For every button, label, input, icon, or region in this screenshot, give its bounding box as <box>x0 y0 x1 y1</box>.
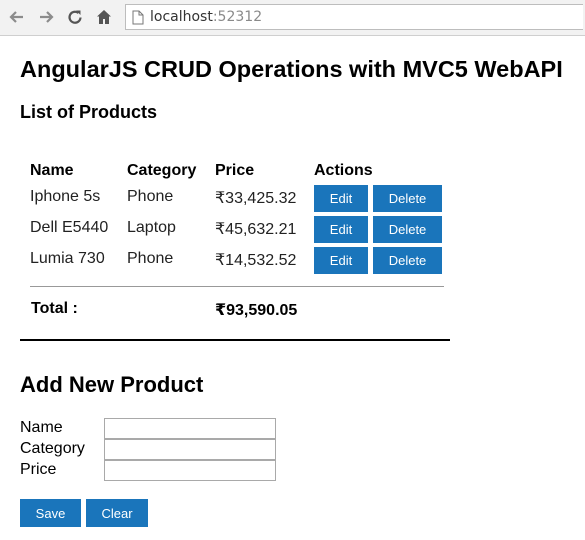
url-port: :52312 <box>212 9 263 25</box>
list-heading: List of Products <box>20 102 158 122</box>
delete-button[interactable]: Delete <box>373 216 442 243</box>
category-label: Category <box>20 440 85 457</box>
total-value: ₹93,590.05 <box>215 302 298 319</box>
forward-icon[interactable] <box>35 6 57 28</box>
address-bar[interactable]: localhost:52312 <box>125 4 583 30</box>
column-header-category: Category <box>127 162 197 179</box>
product-price: ₹33,425.32 <box>215 190 297 207</box>
url-host: localhost <box>150 9 213 25</box>
product-price: ₹45,632.21 <box>215 221 297 238</box>
product-name: Lumia 730 <box>30 250 105 267</box>
total-label: Total : <box>31 300 78 317</box>
edit-button[interactable]: Edit <box>314 216 368 243</box>
browser-toolbar: localhost:52312 <box>0 0 585 36</box>
name-input[interactable] <box>104 418 276 439</box>
back-icon[interactable] <box>6 6 28 28</box>
column-header-actions: Actions <box>314 162 373 179</box>
url-text: localhost:52312 <box>150 9 262 25</box>
table-divider <box>30 286 444 287</box>
product-category: Phone <box>127 188 174 205</box>
section-divider <box>20 339 450 341</box>
edit-button[interactable]: Edit <box>314 247 368 274</box>
page-icon <box>132 10 144 25</box>
product-price: ₹14,532.52 <box>215 252 297 269</box>
edit-button[interactable]: Edit <box>314 185 368 212</box>
column-header-name: Name <box>30 162 74 179</box>
price-input[interactable] <box>104 460 276 481</box>
product-name: Iphone 5s <box>30 188 101 205</box>
product-category: Phone <box>127 250 174 267</box>
product-name: Dell E5440 <box>30 219 109 236</box>
home-icon[interactable] <box>93 6 115 28</box>
clear-button[interactable]: Clear <box>86 499 148 527</box>
name-label: Name <box>20 419 63 436</box>
product-category: Laptop <box>127 219 176 236</box>
reload-icon[interactable] <box>64 6 86 28</box>
delete-button[interactable]: Delete <box>373 247 442 274</box>
delete-button[interactable]: Delete <box>373 185 442 212</box>
category-input[interactable] <box>104 439 276 460</box>
save-button[interactable]: Save <box>20 499 81 527</box>
column-header-price: Price <box>215 162 255 179</box>
add-product-heading: Add New Product <box>20 372 204 397</box>
page-title: AngularJS CRUD Operations with MVC5 WebA… <box>20 56 563 82</box>
price-label: Price <box>20 461 57 478</box>
